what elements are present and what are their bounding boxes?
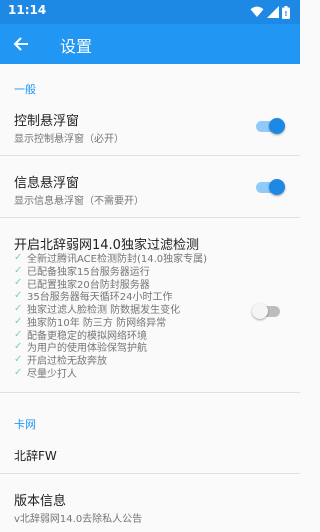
wifi-icon <box>250 6 264 17</box>
pref-float-info-title[interactable]: 信息悬浮窗 <box>14 172 79 191</box>
battery-icon: ! <box>282 5 290 19</box>
app-bar: 设置 <box>0 24 300 64</box>
check-icon: ✓ <box>14 328 23 340</box>
switch-thumb <box>269 118 285 134</box>
check-icon: ✓ <box>14 303 23 315</box>
filter-switch[interactable] <box>252 303 282 319</box>
pref-card-value[interactable]: 北辞FW <box>14 447 57 464</box>
check-icon: ✓ <box>14 251 23 263</box>
divider <box>0 217 300 218</box>
filter-feature-list: ✓ 全新过腾讯ACE检测防封(14.0独家专属) ✓ 已配备独家15台服务器运行 ✓… <box>14 251 254 381</box>
divider <box>0 473 300 474</box>
check-icon: ✓ <box>14 354 23 366</box>
back-button[interactable] <box>6 29 36 59</box>
float-info-switch[interactable] <box>255 179 285 195</box>
switch-thumb <box>252 303 268 319</box>
float-control-switch[interactable] <box>255 118 285 134</box>
cell-signal-icon <box>267 6 279 18</box>
check-icon: ✓ <box>14 341 23 353</box>
svg-text:!: ! <box>284 10 287 18</box>
check-icon: ✓ <box>14 367 23 379</box>
pref-version-title[interactable]: 版本信息 <box>14 490 66 509</box>
feature-item: ✓ 尽量少打人 <box>14 367 77 381</box>
pref-float-info-summary: 显示信息悬浮窗（不需要开） <box>14 196 144 207</box>
pref-float-control-title[interactable]: 控制悬浮窗 <box>14 110 79 129</box>
section-header-general: 一般 <box>14 83 36 96</box>
status-time: 11:14 <box>8 3 47 17</box>
check-icon: ✓ <box>14 290 23 302</box>
switch-thumb <box>269 179 285 195</box>
pref-version-summary: v北辞弱网14.0去除私人公告 <box>14 514 143 525</box>
check-icon: ✓ <box>14 277 23 289</box>
arrow-left-icon <box>13 37 28 51</box>
divider <box>0 392 300 393</box>
status-bar: 11:14 ! <box>0 0 300 24</box>
pref-float-control-summary: 显示控制悬浮窗（必开） <box>14 134 124 145</box>
check-icon: ✓ <box>14 264 23 276</box>
divider <box>0 155 300 156</box>
check-icon: ✓ <box>14 315 23 327</box>
section-header-card: 卡网 <box>14 418 36 431</box>
page-title: 设置 <box>60 37 93 56</box>
status-icons: ! <box>250 5 290 19</box>
